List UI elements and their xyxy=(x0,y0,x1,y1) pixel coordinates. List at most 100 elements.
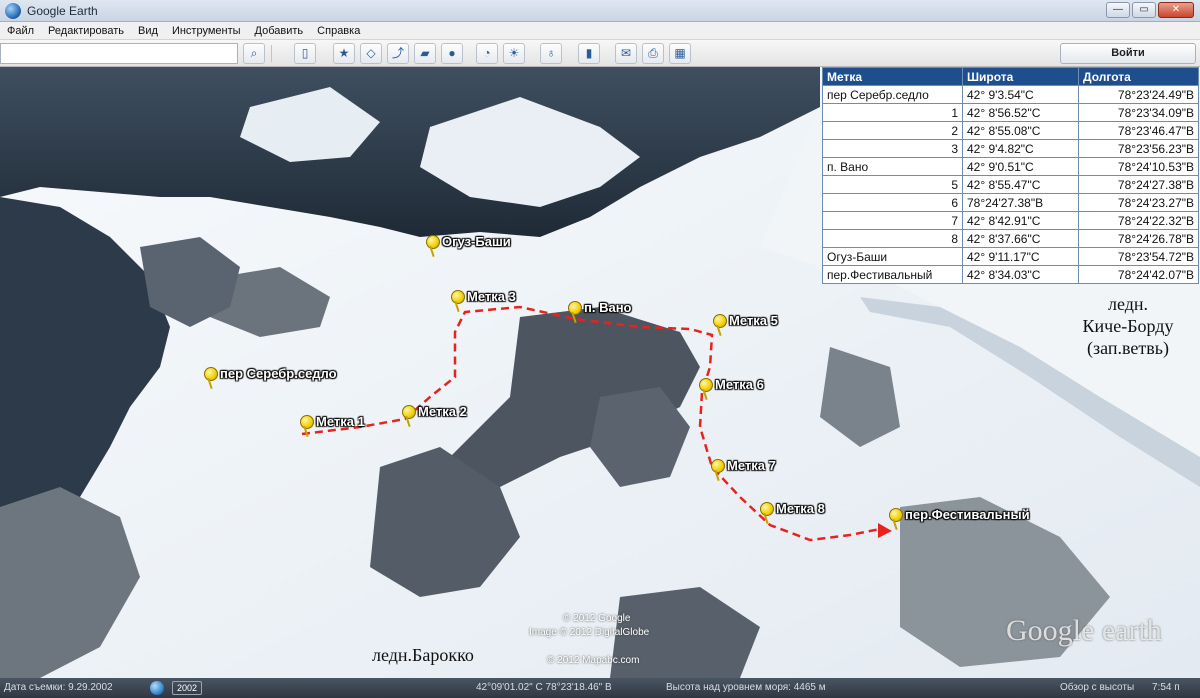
cell-lat: 42° 8'56.52"С xyxy=(962,103,1079,122)
menu-add[interactable]: Добавить xyxy=(248,25,311,37)
cell-lon: 78°24'23.27"В xyxy=(1078,193,1199,212)
eye-altitude-readout: Обзор с высоты xyxy=(1060,682,1135,693)
google-earth-window: Google Earth — ▭ ✕ Файл Редактировать Ви… xyxy=(0,0,1200,698)
table-row: пер Серебр.седло 42° 9'3.54"С 78°23'24.4… xyxy=(822,85,1199,104)
clock-readout: 7:54 п xyxy=(1152,682,1180,693)
placemark-label: пер Серебр.седло xyxy=(220,366,337,381)
placemark-serebr-sedlo[interactable]: пер Серебр.седло xyxy=(202,366,337,389)
pushpin-icon xyxy=(709,459,725,481)
placemark-icon[interactable]: ★ xyxy=(333,43,355,64)
cell-lat: 78°24'27.38"В xyxy=(962,193,1079,212)
menu-tools[interactable]: Инструменты xyxy=(165,25,248,37)
historical-year-button[interactable]: 2002 xyxy=(172,681,202,695)
menu-file[interactable]: Файл xyxy=(0,25,41,37)
table-row: п. Вано 42° 9'0.51"С 78°24'10.53"В xyxy=(822,157,1199,176)
cell-lon: 78°23'46.47"В xyxy=(1078,121,1199,140)
coordinates-table: Метка Широта Долгота пер Серебр.седло 42… xyxy=(822,67,1199,284)
path-icon[interactable]: ⤴ xyxy=(387,43,409,64)
menu-view[interactable]: Вид xyxy=(131,25,165,37)
copyright-digitalglobe: Image © 2012 DigitalGlobe xyxy=(529,627,650,638)
historical-imagery-icon[interactable]: ◔ xyxy=(476,43,498,64)
cell-name: пер Серебр.седло xyxy=(822,85,963,104)
placemark-vano[interactable]: п. Вано xyxy=(566,300,632,323)
toolbar-divider xyxy=(271,45,272,62)
cell-name: Огуз-Баши xyxy=(822,247,963,266)
placemark-label: Метка 2 xyxy=(418,404,467,419)
table-row: 7 42° 8'42.91"С 78°24'22.32"В xyxy=(822,211,1199,230)
placemark-label: п. Вано xyxy=(584,300,632,315)
placemark-oguz-bashi[interactable]: Огуз-Баши xyxy=(424,234,511,257)
minimize-button[interactable]: — xyxy=(1106,2,1130,18)
globe-icon xyxy=(150,681,164,695)
search-icon[interactable]: ⌕ xyxy=(243,43,265,64)
glacier-label-line: (зап.ветвь) xyxy=(1087,338,1169,358)
cell-name: 6 xyxy=(822,193,963,212)
cell-name: 1 xyxy=(822,103,963,122)
toolbar: ⌕ ▯ ★ ◇ ⤴ ▰ ● ◔ ☀ ♁ ▮ ✉ ⎙ ▦ Войти xyxy=(0,40,1200,67)
table-row: Огуз-Баши 42° 9'11.17"С 78°23'54.72"В xyxy=(822,247,1199,266)
sign-in-button[interactable]: Войти xyxy=(1060,43,1196,64)
table-row: 2 42° 8'55.08"С 78°23'46.47"В xyxy=(822,121,1199,140)
cell-lon: 78°24'42.07"В xyxy=(1078,265,1199,284)
cell-lat: 42° 9'3.54"С xyxy=(962,85,1079,104)
placemark-festivalny[interactable]: пер.Фестивальный xyxy=(887,507,1030,530)
placemark-label: пер.Фестивальный xyxy=(905,507,1030,522)
glacier-label-line: Киче-Борду xyxy=(1082,316,1174,336)
menu-edit[interactable]: Редактировать xyxy=(41,25,131,37)
image-overlay-icon[interactable]: ▰ xyxy=(414,43,436,64)
elevation-readout: Высота над уровнем моря: 4465 м xyxy=(666,682,826,693)
table-row: пер.Фестивальный 42° 8'34.03"С 78°24'42.… xyxy=(822,265,1199,284)
cell-lat: 42° 9'0.51"С xyxy=(962,157,1079,176)
cell-name: 3 xyxy=(822,139,963,158)
pushpin-icon xyxy=(566,301,582,323)
pushpin-icon xyxy=(400,405,416,427)
cell-lat: 42° 8'55.08"С xyxy=(962,121,1079,140)
cell-name: 5 xyxy=(822,175,963,194)
placemark-metka-3[interactable]: Метка 3 xyxy=(449,289,516,312)
placemark-label: Метка 6 xyxy=(715,377,764,392)
maximize-button[interactable]: ▭ xyxy=(1132,2,1156,18)
email-icon[interactable]: ✉ xyxy=(615,43,637,64)
cell-name: 8 xyxy=(822,229,963,248)
close-button[interactable]: ✕ xyxy=(1158,2,1194,18)
placemark-metka-2[interactable]: Метка 2 xyxy=(400,404,467,427)
cell-lon: 78°23'24.49"В xyxy=(1078,85,1199,104)
placemark-label: Огуз-Баши xyxy=(442,234,511,249)
placemark-metka-6[interactable]: Метка 6 xyxy=(697,377,764,400)
window-controls: — ▭ ✕ xyxy=(1106,2,1194,18)
polygon-icon[interactable]: ◇ xyxy=(360,43,382,64)
title-bar: Google Earth — ▭ ✕ xyxy=(0,0,1200,22)
sun-icon[interactable]: ☀ xyxy=(503,43,525,64)
pushpin-icon xyxy=(424,235,440,257)
sidebar-icon[interactable]: ▯ xyxy=(294,43,316,64)
pushpin-icon xyxy=(202,367,218,389)
ruler-icon[interactable]: ▮ xyxy=(578,43,600,64)
pushpin-icon xyxy=(711,314,727,336)
search-input[interactable] xyxy=(0,43,238,64)
cell-lat: 42° 9'4.82"С xyxy=(962,139,1079,158)
column-header-name: Метка xyxy=(822,67,963,86)
planets-icon[interactable]: ♁ xyxy=(540,43,562,64)
cell-name: 2 xyxy=(822,121,963,140)
table-header-row: Метка Широта Долгота xyxy=(822,67,1199,86)
cell-name: п. Вано xyxy=(822,157,963,176)
menu-help[interactable]: Справка xyxy=(310,25,367,37)
placemark-label: Метка 3 xyxy=(467,289,516,304)
placemark-metka-5[interactable]: Метка 5 xyxy=(711,313,778,336)
glacier-label-barokko: ледн.Барокко xyxy=(372,645,474,665)
placemark-label: Метка 7 xyxy=(727,458,776,473)
placemark-metka-8[interactable]: Метка 8 xyxy=(758,501,825,524)
view-in-maps-icon[interactable]: ▦ xyxy=(669,43,691,64)
print-icon[interactable]: ⎙ xyxy=(642,43,664,64)
placemark-metka-7[interactable]: Метка 7 xyxy=(709,458,776,481)
cell-lat: 42° 8'42.91"С xyxy=(962,211,1079,230)
cell-lat: 42° 8'37.66"С xyxy=(962,229,1079,248)
record-tour-icon[interactable]: ● xyxy=(441,43,463,64)
pointer-coordinates: 42°09'01.02" С 78°23'18.46" В xyxy=(476,682,612,693)
table-row: 8 42° 8'37.66"С 78°24'26.78"В xyxy=(822,229,1199,248)
cell-name: пер.Фестивальный xyxy=(822,265,963,284)
table-row: 5 42° 8'55.47"С 78°24'27.38"В xyxy=(822,175,1199,194)
status-bar: Дата съемки: 9.29.2002 2002 42°09'01.02"… xyxy=(0,678,1200,698)
placemark-metka-1[interactable]: Метка 1 xyxy=(298,414,365,437)
map-view[interactable]: Огуз-Баши Метка 3 п. Вано Метка 5 пер Се… xyxy=(0,67,1200,678)
